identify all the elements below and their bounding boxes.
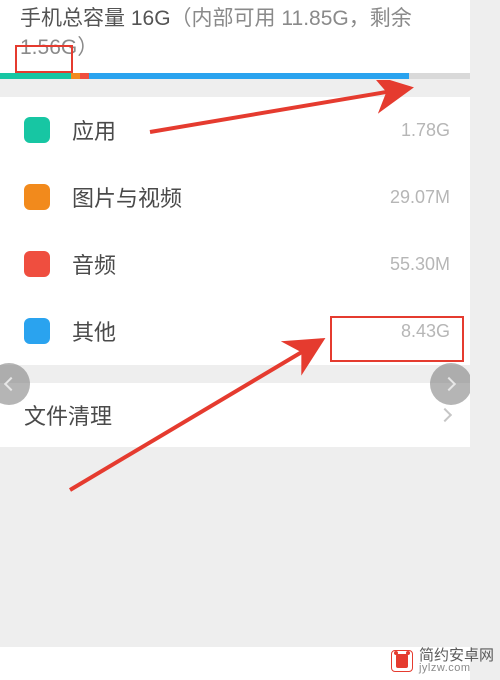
category-value: 8.43G: [401, 321, 450, 342]
header-paren-close: ）: [77, 36, 98, 59]
header-paren-mid: ，剩余: [349, 7, 412, 30]
category-value: 55.30M: [390, 254, 450, 275]
gallery-next-button[interactable]: [430, 363, 470, 405]
category-value: 29.07M: [390, 187, 450, 208]
progress-segment: [0, 73, 71, 79]
chevron-right-icon: [442, 377, 456, 391]
file-cleanup-row[interactable]: 文件清理: [0, 383, 470, 447]
storage-progress-bar: [0, 73, 470, 79]
category-swatch-icon: [24, 251, 50, 277]
progress-segment: [89, 73, 409, 79]
watermark-text: 简约安卓网 jylzw.com: [419, 648, 494, 674]
watermark-url: jylzw.com: [419, 663, 494, 674]
progress-segment: [80, 73, 89, 79]
header-paren-open: （内部可用: [171, 7, 282, 30]
category-swatch-icon: [24, 117, 50, 143]
category-swatch-icon: [24, 318, 50, 344]
progress-segment: [71, 73, 80, 79]
category-label: 应用: [72, 114, 401, 146]
chevron-left-icon: [4, 377, 18, 391]
category-row-media[interactable]: 图片与视频29.07M: [0, 164, 470, 231]
header-remaining: 1.56G: [20, 36, 77, 59]
category-label: 其他: [72, 315, 401, 347]
divider: [0, 365, 470, 383]
header-usable: 11.85G: [281, 7, 348, 30]
divider: [0, 447, 470, 647]
storage-screen: 手机总容量 16G（内部可用 11.85G，剩余 1.56G） 应用1.78G图…: [0, 0, 470, 680]
watermark-cn: 简约安卓网: [419, 648, 494, 663]
divider: [0, 79, 470, 97]
header-title-prefix: 手机总容量: [20, 7, 131, 30]
category-list: 应用1.78G图片与视频29.07M音频55.30M其他8.43G: [0, 97, 470, 365]
watermark: 简约安卓网 jylzw.com: [391, 648, 494, 674]
category-value: 1.78G: [401, 120, 450, 141]
chevron-right-icon: [438, 408, 452, 422]
category-row-audio[interactable]: 音频55.30M: [0, 231, 470, 298]
watermark-logo-icon: [391, 650, 413, 672]
header-total: 16G: [131, 7, 171, 30]
category-row-apps[interactable]: 应用1.78G: [0, 97, 470, 164]
file-cleanup-label: 文件清理: [24, 399, 440, 431]
category-row-other[interactable]: 其他8.43G: [0, 298, 470, 365]
category-swatch-icon: [24, 184, 50, 210]
storage-header: 手机总容量 16G（内部可用 11.85G，剩余 1.56G）: [0, 0, 470, 73]
category-label: 音频: [72, 248, 390, 280]
category-label: 图片与视频: [72, 181, 390, 213]
